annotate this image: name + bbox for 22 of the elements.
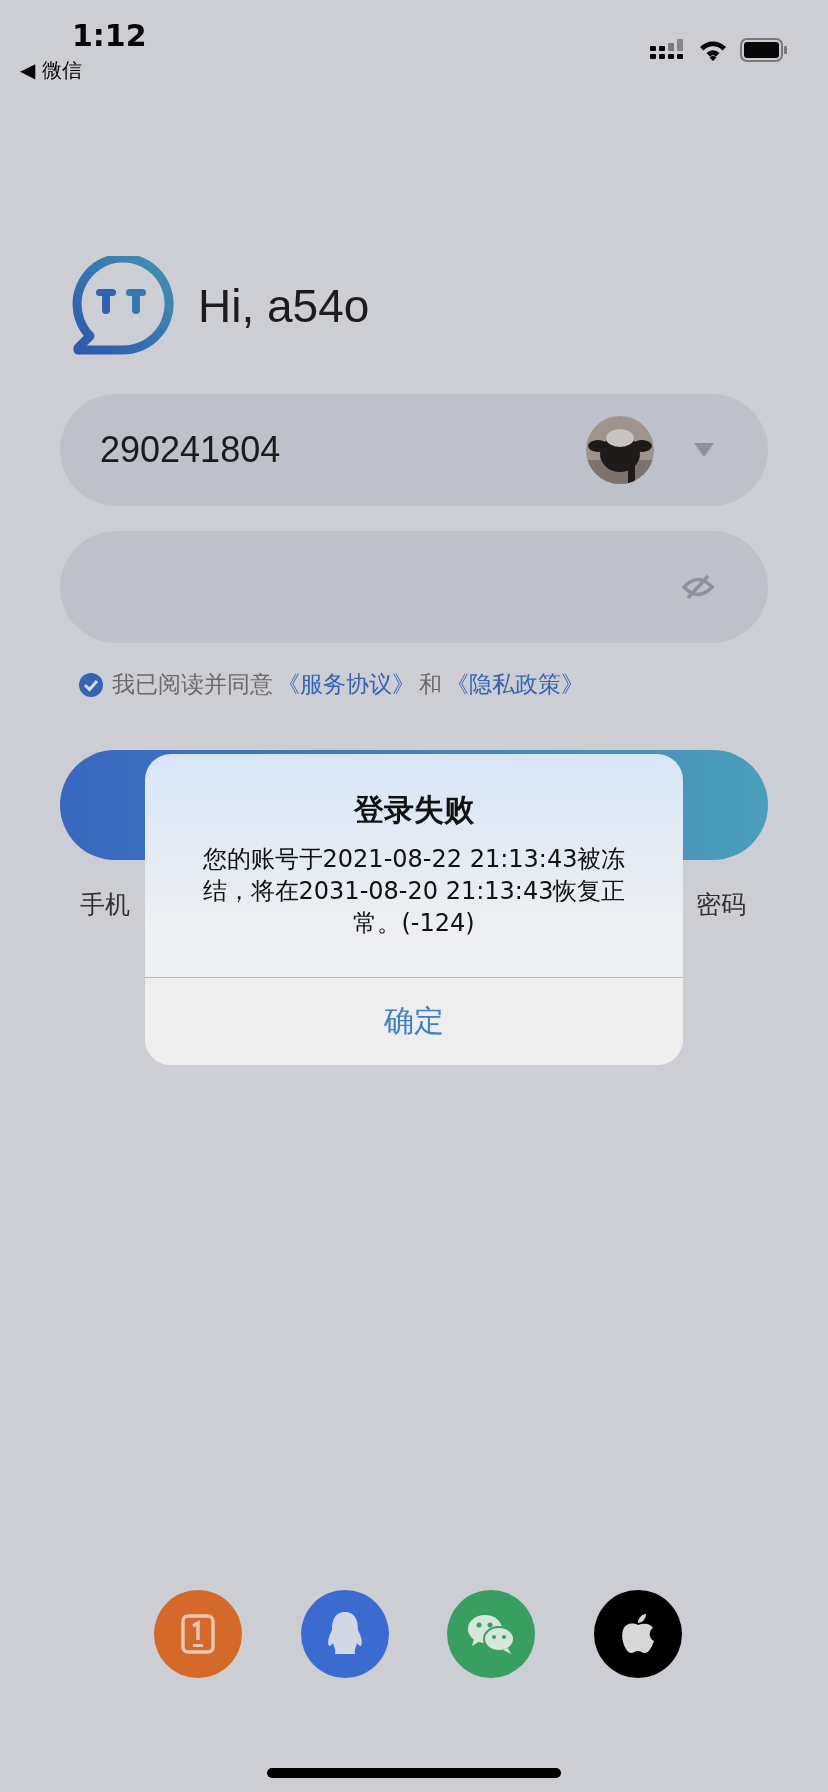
terms-link[interactable]: 《服务协议》 <box>277 669 415 700</box>
back-link[interactable]: ◀ 微信 <box>20 57 82 84</box>
dropdown-caret-icon[interactable] <box>694 443 714 457</box>
agreement-text: 和 <box>419 670 442 699</box>
forgot-password-link[interactable]: 密码 <box>696 888 746 921</box>
account-field[interactable]: 290241804 <box>60 394 768 506</box>
confirm-button[interactable]: 确定 <box>145 977 683 1065</box>
wifi-icon <box>698 39 728 61</box>
agreement-text: 我已阅读并同意 <box>112 670 273 699</box>
eye-hidden-icon[interactable] <box>682 574 714 600</box>
apple-icon <box>619 1613 656 1655</box>
phone-icon <box>181 1614 215 1654</box>
checkbox[interactable] <box>78 671 104 698</box>
signal-icon <box>650 39 686 61</box>
privacy-link[interactable]: 《隐私政策》 <box>446 669 584 700</box>
chat-bubble-logo-icon <box>70 256 174 356</box>
dialog-title: 登录失败 <box>354 791 474 829</box>
dialog-message: 您的账号于2021-08-22 21:13:43被冻结，将在2031-08-20 21:13:43恢复正常。(-124) <box>201 844 627 939</box>
status-time: 1:12 <box>72 18 147 53</box>
phone-login-link[interactable]: 手机 <box>80 888 130 921</box>
battery-icon <box>740 38 788 62</box>
greeting-text: Hi, a54o <box>198 279 370 333</box>
